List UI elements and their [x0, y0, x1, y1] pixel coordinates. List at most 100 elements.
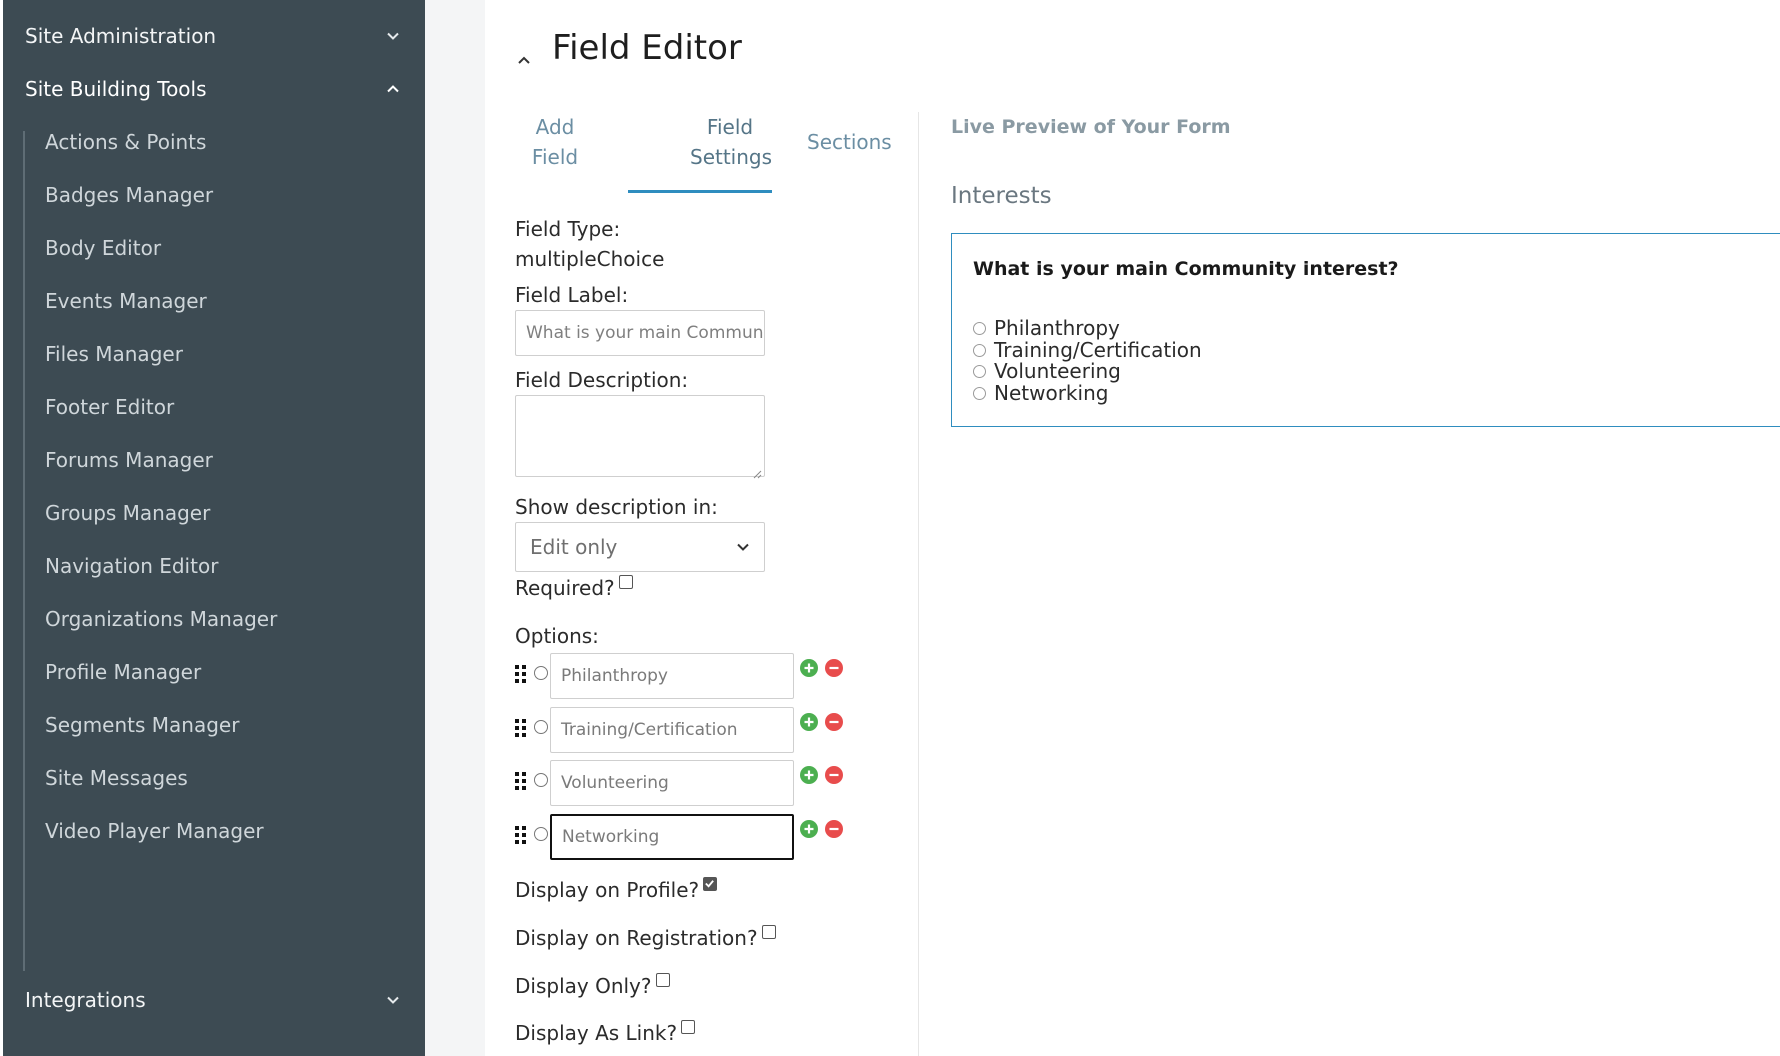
add-option-icon[interactable] — [800, 659, 818, 677]
display-only-checkbox[interactable] — [655, 973, 670, 987]
sidebar-item-badges-manager[interactable]: Badges Manager — [45, 183, 213, 207]
default-option-radio[interactable] — [534, 773, 548, 787]
display-on-profile-checkbox[interactable] — [703, 877, 718, 891]
live-preview-heading: Live Preview of Your Form — [951, 116, 1231, 138]
preview-question: What is your main Community interest? — [973, 258, 1399, 280]
drag-handle-icon[interactable] — [515, 719, 527, 737]
sidebar-item-profile-manager[interactable]: Profile Manager — [45, 660, 201, 684]
sidebar-item-segments-manager[interactable]: Segments Manager — [45, 713, 239, 737]
select-value: Edit only — [530, 535, 618, 559]
tab-label: Sections — [807, 130, 892, 154]
default-option-radio[interactable] — [534, 827, 548, 841]
display-on-registration-checkbox[interactable] — [761, 925, 776, 939]
tab-add-field[interactable]: Add Field — [515, 112, 595, 172]
field-description-textarea[interactable] — [515, 395, 765, 479]
tab-sections[interactable]: Sections — [807, 127, 892, 157]
preview-option[interactable]: Volunteering — [973, 359, 1121, 383]
sidebar-tree-line — [23, 131, 25, 971]
drag-handle-icon[interactable] — [515, 826, 527, 844]
remove-option-icon[interactable] — [825, 659, 843, 677]
option-row: Philanthropy — [515, 653, 845, 701]
sidebar-item-navigation-editor[interactable]: Navigation Editor — [45, 554, 218, 578]
radio-icon — [973, 321, 986, 335]
show-description-label: Show description in: — [515, 495, 718, 519]
field-label-input[interactable]: What is your main Communi — [515, 310, 765, 356]
display-as-link-label: Display As Link? — [515, 1021, 678, 1045]
sidebar-section-site-building-tools[interactable]: Site Building Tools — [25, 77, 403, 101]
sidebar-section-label: Site Building Tools — [25, 77, 207, 101]
sidebar-item-actions-points[interactable]: Actions & Points — [45, 130, 206, 154]
sidebar-item-forums-manager[interactable]: Forums Manager — [45, 448, 213, 472]
remove-option-icon[interactable] — [825, 820, 843, 838]
option-input[interactable]: Philanthropy — [550, 653, 794, 699]
tab-label: Add Field — [531, 115, 579, 169]
tab-field-settings[interactable]: Field Settings — [658, 112, 802, 172]
preview-question-card: What is your main Community interest? Ph… — [951, 233, 1780, 427]
sidebar-item-events-manager[interactable]: Events Manager — [45, 289, 207, 313]
sidebar-item-body-editor[interactable]: Body Editor — [45, 236, 161, 260]
option-input[interactable]: Volunteering — [550, 760, 794, 806]
sidebar-item-site-messages[interactable]: Site Messages — [45, 766, 188, 790]
sidebar-item-files-manager[interactable]: Files Manager — [45, 342, 183, 366]
display-only-row: Display Only? — [515, 973, 670, 998]
required-label: Required? — [515, 576, 615, 600]
add-option-icon[interactable] — [800, 820, 818, 838]
radio-icon — [973, 343, 986, 357]
default-option-radio[interactable] — [534, 666, 548, 680]
sidebar-item-organizations-manager[interactable]: Organizations Manager — [45, 607, 277, 631]
required-checkbox[interactable] — [618, 575, 633, 589]
chevron-down-icon — [383, 26, 403, 46]
panel-divider — [918, 112, 919, 1056]
chevron-down-icon — [737, 543, 749, 551]
tab-label: Field Settings — [690, 115, 773, 169]
display-as-link-checkbox[interactable] — [681, 1020, 696, 1034]
active-tab-indicator — [628, 190, 772, 193]
option-row: Volunteering — [515, 760, 845, 808]
preview-option-label: Networking — [994, 381, 1109, 405]
field-type-value: multipleChoice — [515, 247, 665, 271]
drag-handle-icon[interactable] — [515, 665, 527, 683]
field-description-label: Field Description: — [515, 368, 689, 392]
field-type-label: Field Type: — [515, 217, 621, 241]
display-on-registration-label: Display on Registration? — [515, 926, 758, 950]
collapse-caret-icon[interactable] — [515, 52, 533, 70]
sidebar-item-groups-manager[interactable]: Groups Manager — [45, 501, 210, 525]
remove-option-icon[interactable] — [825, 766, 843, 784]
drag-handle-icon[interactable] — [515, 772, 527, 790]
option-input[interactable]: Networking — [550, 814, 794, 860]
page-gutter — [425, 0, 485, 1056]
resize-grip-icon[interactable] — [752, 464, 762, 479]
preview-option[interactable]: Networking — [973, 381, 1108, 405]
option-input[interactable]: Training/Certification — [550, 707, 794, 753]
show-description-select[interactable]: Edit only — [515, 522, 765, 572]
sidebar-section-label: Site Administration — [25, 24, 217, 48]
display-as-link-row: Display As Link? — [515, 1020, 696, 1045]
chevron-down-icon — [383, 990, 403, 1010]
sidebar-section-site-administration[interactable]: Site Administration — [25, 24, 403, 48]
required-row: Required? — [515, 575, 633, 600]
page-title: Field Editor — [552, 28, 742, 68]
options-label: Options: — [515, 624, 599, 648]
field-label-label: Field Label: — [515, 283, 629, 307]
option-row: Networking — [515, 814, 845, 862]
preview-option-label: Philanthropy — [994, 316, 1120, 340]
radio-icon — [973, 386, 986, 400]
field-editor-panel: Field Editor Add Field Field Settings Se… — [485, 0, 1780, 1056]
display-on-profile-row: Display on Profile? — [515, 877, 718, 902]
display-only-label: Display Only? — [515, 974, 652, 998]
chevron-up-icon — [383, 79, 403, 99]
default-option-radio[interactable] — [534, 720, 548, 734]
remove-option-icon[interactable] — [825, 713, 843, 731]
preview-option[interactable]: Philanthropy — [973, 316, 1120, 340]
sidebar-item-footer-editor[interactable]: Footer Editor — [45, 395, 174, 419]
preview-section-title: Interests — [951, 183, 1052, 209]
sidebar-item-video-player-manager[interactable]: Video Player Manager — [45, 819, 264, 843]
add-option-icon[interactable] — [800, 766, 818, 784]
add-option-icon[interactable] — [800, 713, 818, 731]
option-row: Training/Certification — [515, 707, 845, 755]
radio-icon — [973, 364, 986, 378]
preview-option-label: Volunteering — [994, 359, 1121, 383]
sidebar-section-integrations[interactable]: Integrations — [25, 988, 403, 1012]
sidebar-section-label: Integrations — [25, 988, 146, 1012]
display-on-profile-label: Display on Profile? — [515, 878, 700, 902]
